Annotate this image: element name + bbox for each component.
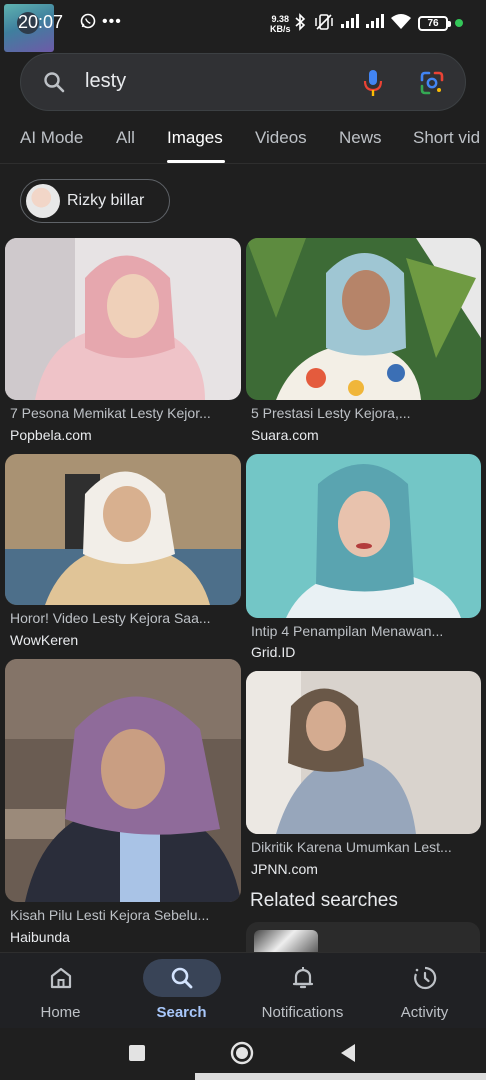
gesture-bar[interactable] — [195, 1073, 486, 1080]
chip-avatar — [26, 184, 60, 218]
home-icon — [50, 967, 72, 989]
back-icon[interactable] — [335, 1040, 361, 1066]
signal-icon-1 — [340, 13, 360, 34]
nav-home-label: Home — [40, 1004, 81, 1021]
status-time: 20:07 — [18, 12, 64, 32]
bluetooth-icon — [294, 13, 306, 36]
nav-home[interactable]: Home — [0, 953, 121, 1029]
charging-dot — [455, 19, 463, 27]
history-icon — [414, 966, 437, 990]
search-tabs: AI Mode All Images Videos News Short vid — [0, 122, 486, 164]
nav-search[interactable]: Search — [121, 953, 242, 1029]
nav-activity[interactable]: Activity — [364, 953, 485, 1029]
tab-all[interactable]: All — [116, 128, 135, 148]
search-icon — [171, 967, 193, 989]
whatsapp-icon — [80, 13, 96, 34]
result-caption[interactable]: 7 Pesona Memikat Lesty Kejor... — [10, 405, 242, 421]
result-image[interactable] — [5, 454, 241, 605]
home-button-icon[interactable] — [229, 1040, 255, 1066]
search-icon — [44, 72, 65, 93]
tab-short-videos[interactable]: Short vid — [413, 128, 480, 148]
result-source[interactable]: JPNN.com — [251, 861, 318, 877]
search-bar[interactable]: lesty — [20, 53, 466, 111]
result-source[interactable]: Grid.ID — [251, 644, 295, 660]
nav-activity-label: Activity — [400, 1004, 449, 1021]
related-searches-heading: Related searches — [250, 890, 398, 911]
tab-ai-mode[interactable]: AI Mode — [20, 128, 83, 148]
status-bar: 20:07 ••• 9.38 KB/s 76 — [0, 0, 486, 52]
result-source[interactable]: Haibunda — [10, 929, 70, 945]
nav-notifications-label: Notifications — [261, 1004, 344, 1021]
result-source[interactable]: WowKeren — [10, 632, 78, 648]
suggestion-chip[interactable]: Rizky billar — [20, 179, 170, 223]
wifi-icon — [390, 13, 412, 35]
result-caption[interactable]: Horor! Video Lesty Kejora Saa... — [10, 610, 242, 626]
nav-notifications[interactable]: Notifications — [242, 953, 363, 1029]
result-image[interactable] — [246, 454, 481, 618]
vibrate-off-icon — [314, 13, 334, 36]
microphone-icon[interactable] — [361, 68, 385, 98]
result-image[interactable] — [5, 659, 241, 902]
result-caption[interactable]: 5 Prestasi Lesty Kejora,... — [251, 405, 483, 421]
result-caption[interactable]: Intip 4 Penampilan Menawan... — [251, 623, 483, 639]
active-tab-indicator — [167, 160, 225, 163]
network-speed: 9.38 KB/s — [270, 14, 291, 34]
bell-icon — [292, 967, 314, 989]
recents-icon[interactable] — [124, 1040, 150, 1066]
result-caption[interactable]: Dikritik Karena Umumkan Lest... — [251, 839, 483, 855]
nav-search-label: Search — [156, 1004, 207, 1021]
tab-images[interactable]: Images — [167, 128, 223, 148]
signal-icon-2 — [365, 13, 385, 34]
tab-videos[interactable]: Videos — [255, 128, 307, 148]
result-image[interactable] — [246, 671, 481, 834]
chip-label: Rizky billar — [67, 192, 145, 209]
result-source[interactable]: Popbela.com — [10, 427, 92, 443]
google-lens-icon[interactable] — [419, 70, 445, 96]
result-source[interactable]: Suara.com — [251, 427, 319, 443]
battery-indicator: 76 — [418, 16, 451, 31]
bottom-navigation: Home Search Notifications Activity — [0, 952, 486, 1028]
tab-news[interactable]: News — [339, 128, 382, 148]
result-image[interactable] — [246, 238, 481, 400]
more-notifications-icon: ••• — [102, 13, 122, 30]
result-image[interactable] — [5, 238, 241, 400]
result-caption[interactable]: Kisah Pilu Lesti Kejora Sebelu... — [10, 907, 242, 923]
search-input[interactable]: lesty — [85, 70, 126, 93]
